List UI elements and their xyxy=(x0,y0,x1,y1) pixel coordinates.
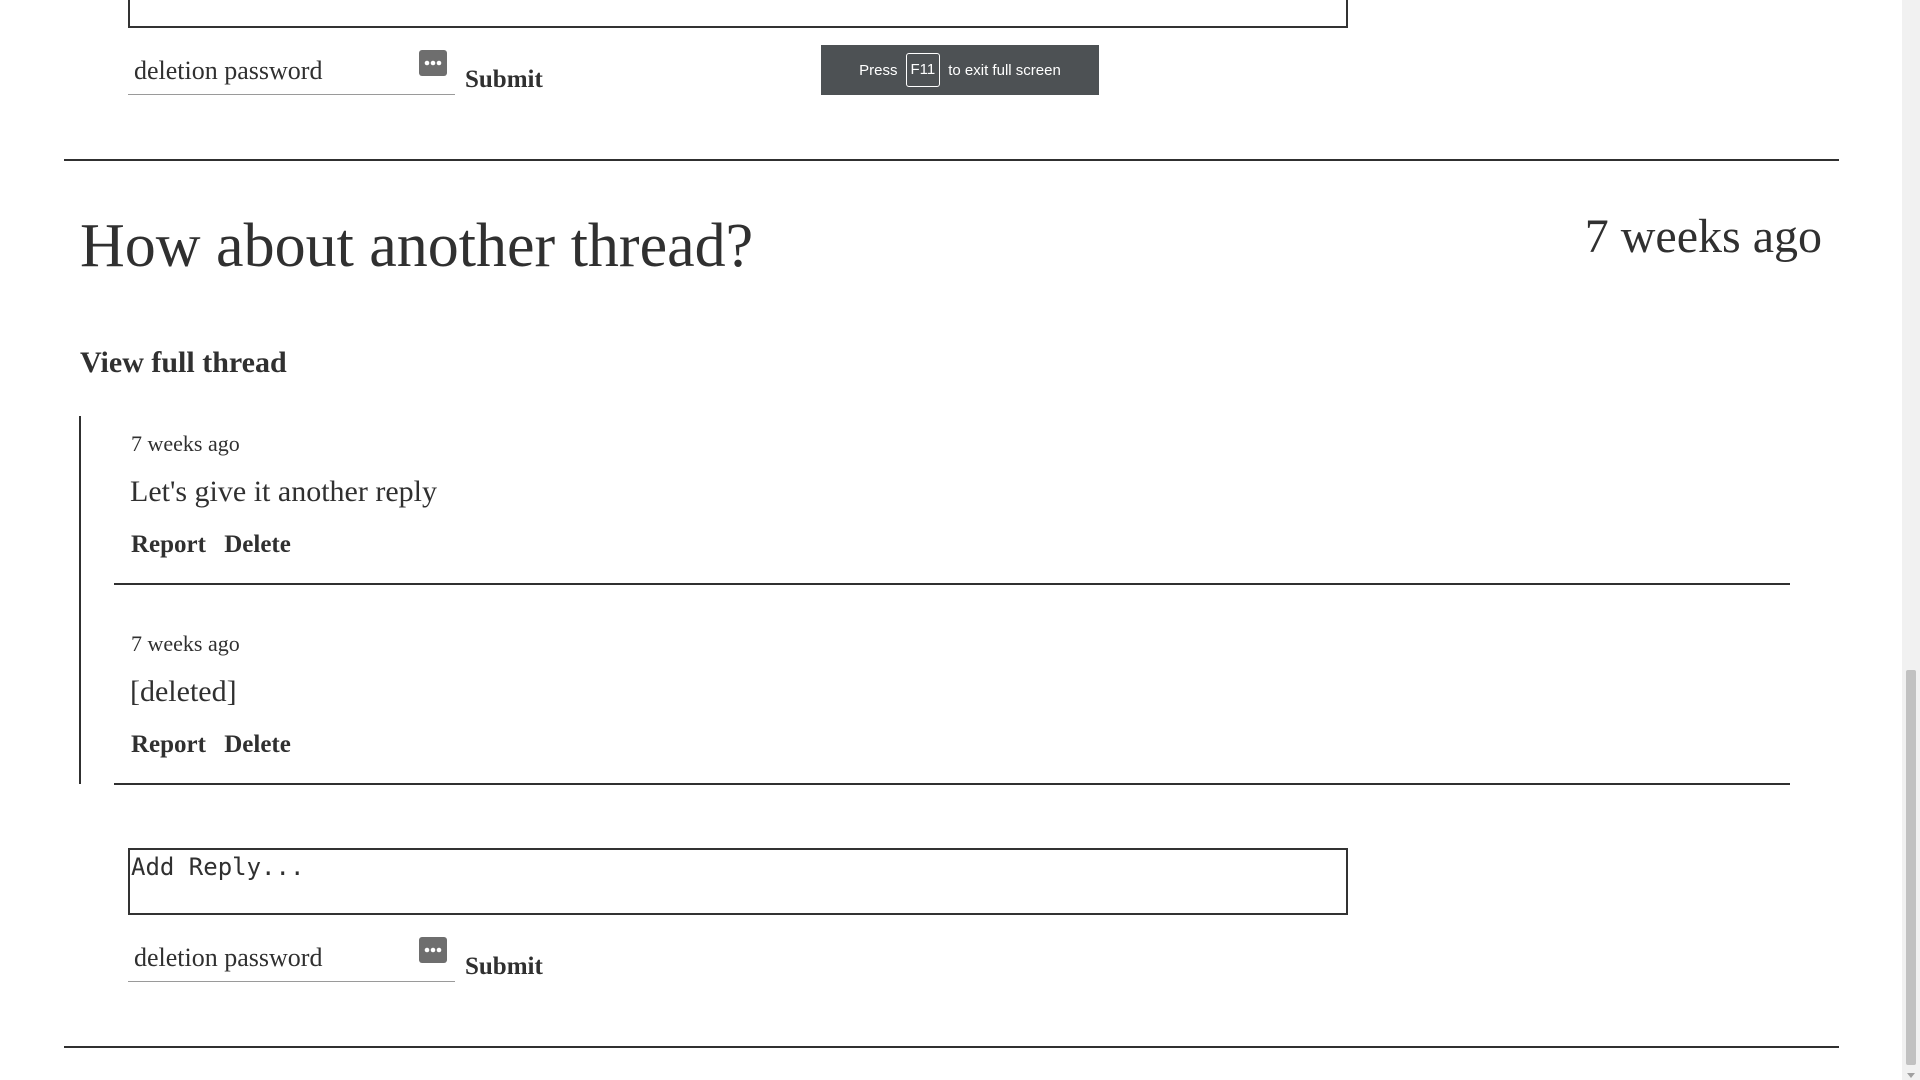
thread-timestamp: 7 weeks ago xyxy=(1584,210,1822,263)
thread-divider xyxy=(64,159,1839,161)
previous-reply-box[interactable] xyxy=(128,0,1348,28)
reply-timestamp: 7 weeks ago xyxy=(131,631,240,656)
vertical-scrollbar[interactable] xyxy=(1902,0,1920,1080)
reply-actions: Report Delete xyxy=(131,731,303,759)
reply-item: 7 weeks ago [deleted] Report Delete xyxy=(114,617,1790,817)
scroll-down-arrow-icon[interactable] xyxy=(1907,1073,1915,1078)
delete-link[interactable]: Delete xyxy=(224,731,291,758)
reply-body: Let's give it another reply xyxy=(130,475,437,508)
fullscreen-notice-suffix: to exit full screen xyxy=(948,61,1061,79)
previous-deletion-password-input[interactable] xyxy=(128,54,404,88)
report-link[interactable]: Report xyxy=(131,731,206,758)
thread-divider xyxy=(64,1046,1839,1048)
view-full-thread-link[interactable]: View full thread xyxy=(80,346,287,380)
delete-link[interactable]: Delete xyxy=(224,531,291,558)
previous-submit-button[interactable]: Submit xyxy=(465,60,543,100)
password-manager-icon[interactable] xyxy=(419,937,447,963)
thread-title: How about another thread? xyxy=(80,212,754,280)
page: Submit Press F11 to exit full screen How… xyxy=(0,0,1920,1080)
add-reply-textarea[interactable] xyxy=(128,848,1348,915)
replies-indent-bar xyxy=(79,416,81,784)
previous-password-field-wrap xyxy=(128,50,455,95)
submit-button[interactable]: Submit xyxy=(465,947,543,987)
reply-timestamp: 7 weeks ago xyxy=(131,431,240,456)
reply-body: [deleted] xyxy=(130,675,237,708)
reply-separator xyxy=(114,783,1790,785)
fullscreen-exit-notice: Press F11 to exit full screen xyxy=(821,45,1099,95)
report-link[interactable]: Report xyxy=(131,531,206,558)
reply-separator xyxy=(114,583,1790,585)
deletion-password-input[interactable] xyxy=(128,941,404,975)
reply-actions: Report Delete xyxy=(131,531,303,559)
fullscreen-notice-prefix: Press xyxy=(859,61,898,79)
password-manager-icon[interactable] xyxy=(419,50,447,76)
scrollbar-thumb[interactable] xyxy=(1906,670,1916,1065)
reply-item: 7 weeks ago Let's give it another reply … xyxy=(114,417,1790,617)
f11-key-badge: F11 xyxy=(905,53,941,87)
password-field-wrap xyxy=(128,937,455,982)
